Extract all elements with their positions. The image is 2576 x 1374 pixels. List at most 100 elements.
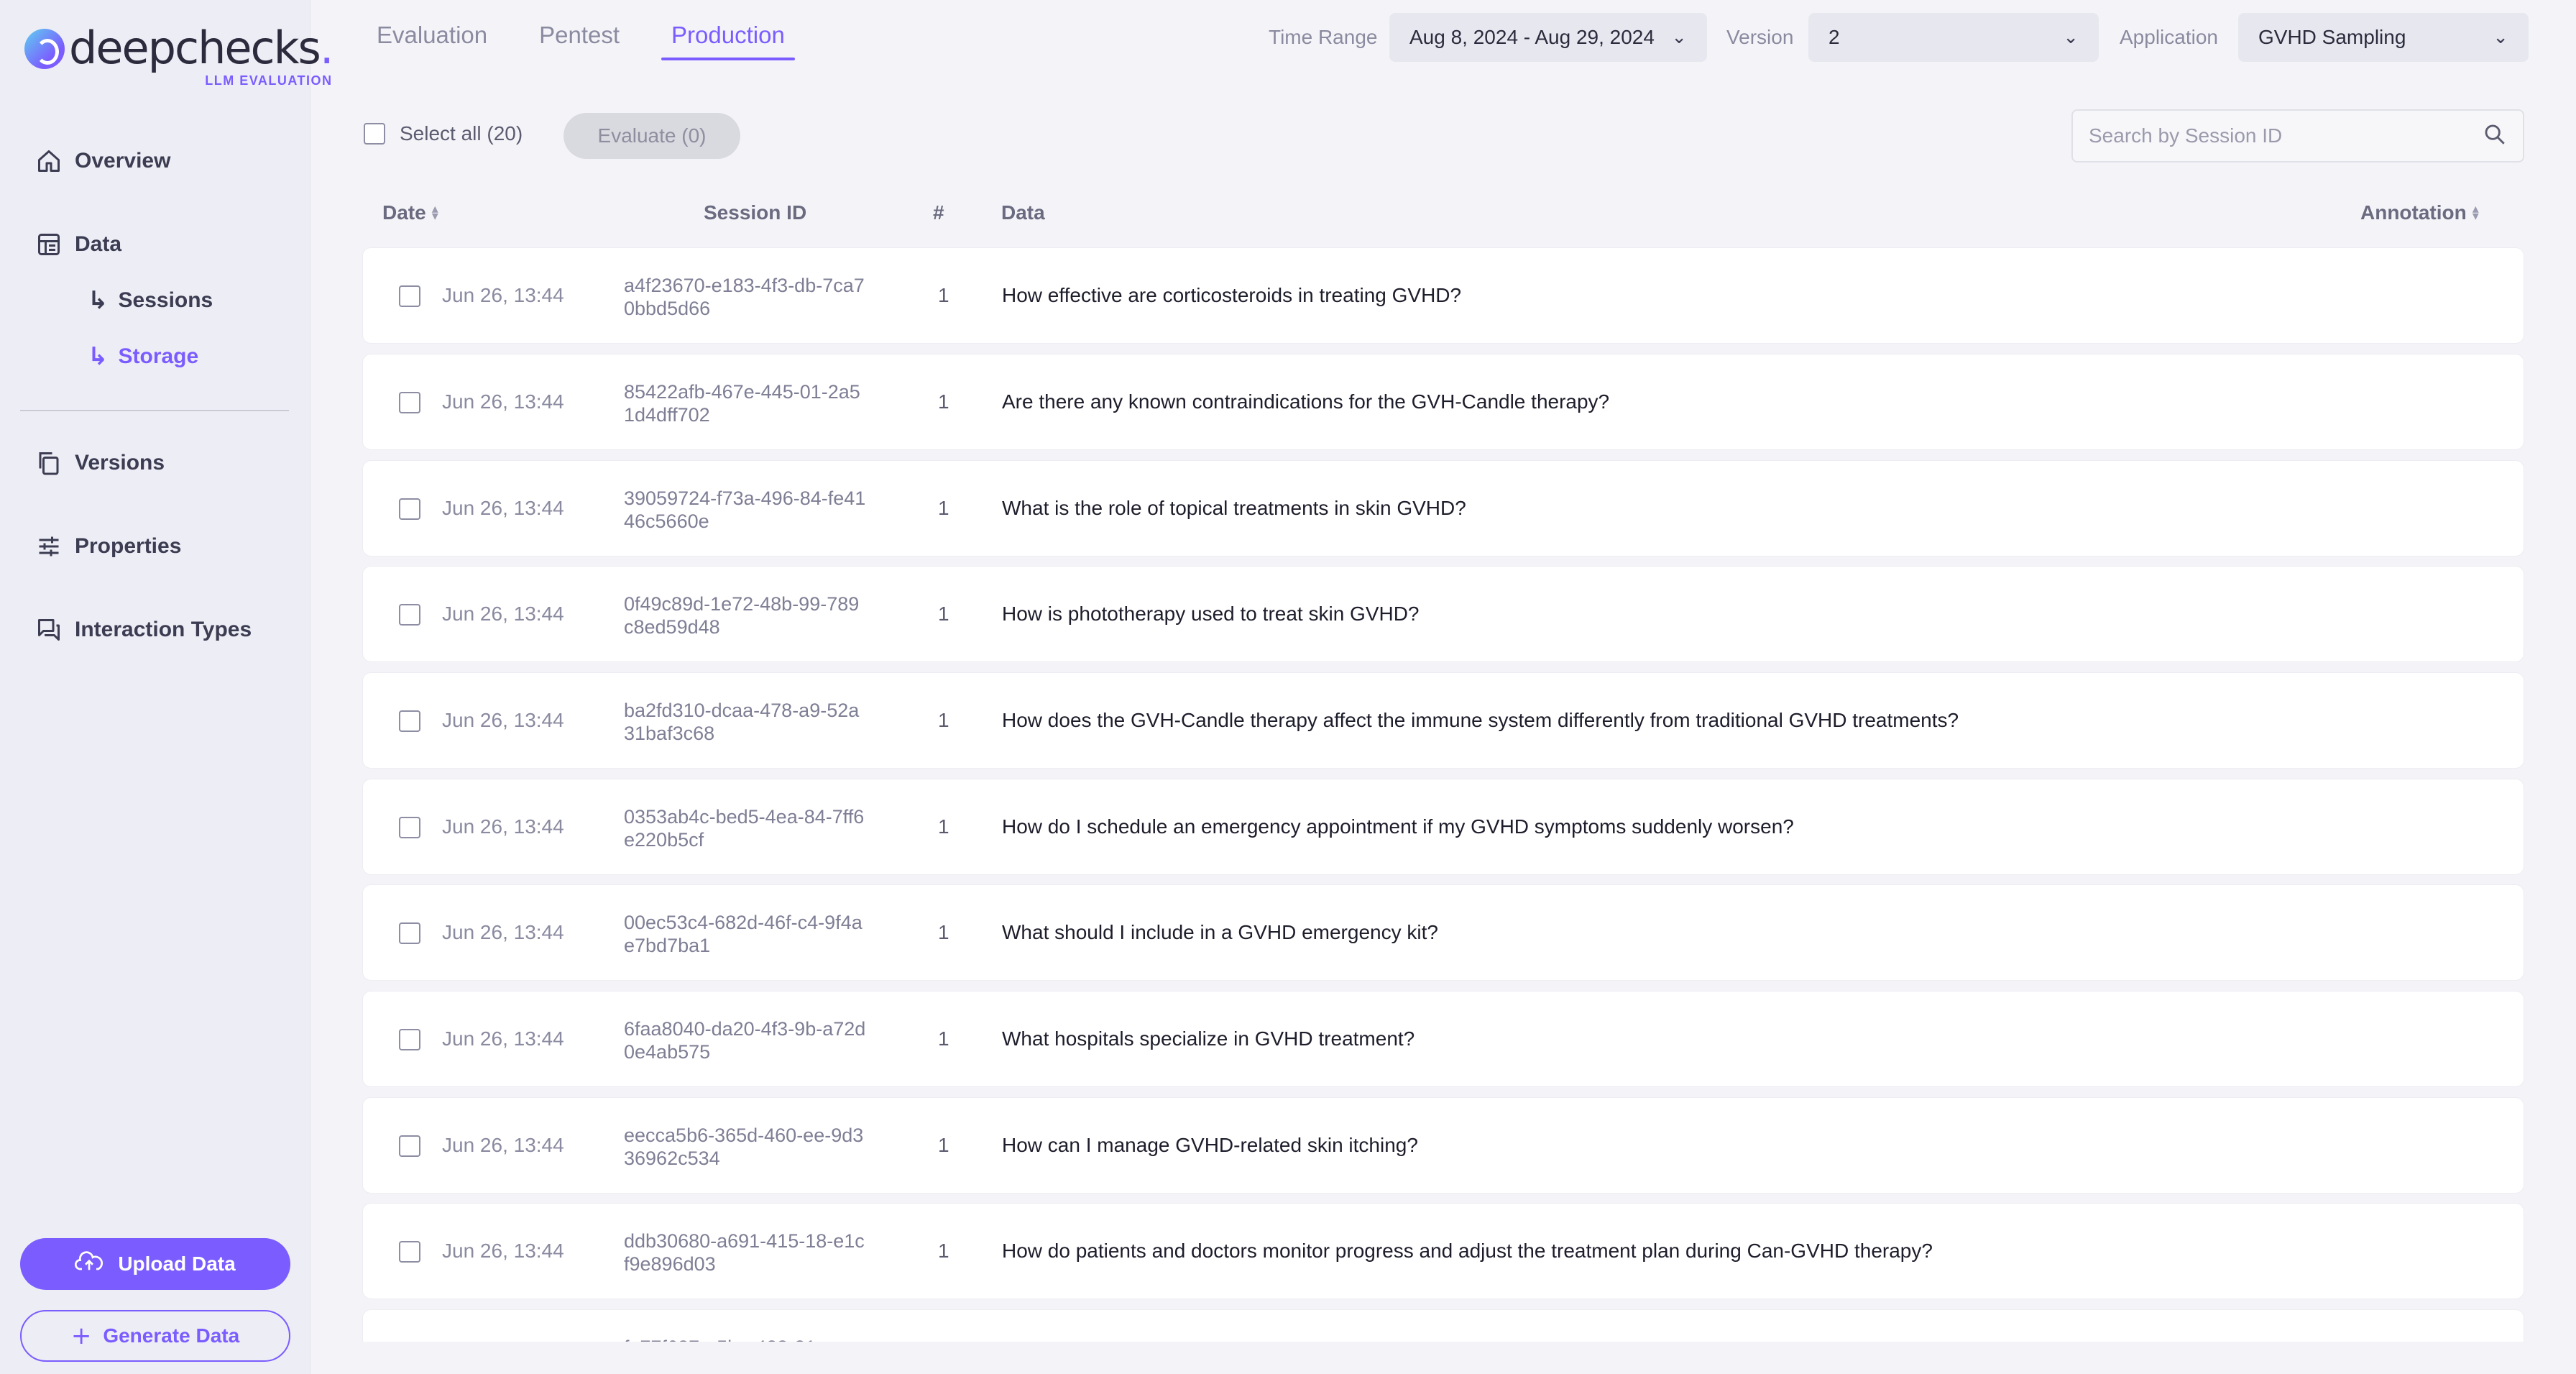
table-row[interactable]: Jun 26, 13:44 eecca5b6-365d-460-ee-9d336… <box>362 1097 2524 1194</box>
row-session-id: ba2fd310-dcaa-478-a9-52a31baf3c68 <box>624 700 860 744</box>
table-row[interactable]: Jun 26, 13:44 39059724-f73a-496-84-fe414… <box>362 460 2524 557</box>
row-checkbox[interactable] <box>399 922 420 944</box>
column-header-annotation[interactable]: Annotation ▴ ▾ <box>2360 201 2479 224</box>
table-row[interactable]: Jun 26, 13:44 0353ab4c-bed5-4ea-84-7ff6e… <box>362 779 2524 875</box>
row-data: How do patients and doctors monitor prog… <box>1002 1240 1933 1262</box>
row-session-id: 00ec53c4-682d-46f-c4-9f4ae7bd7ba1 <box>624 912 862 956</box>
version-value: 2 <box>1828 26 1840 48</box>
row-session-id: fe77f687-a5ba-428-21 <box>624 1336 868 1342</box>
row-date: Jun 26, 13:44 <box>442 921 564 943</box>
search-input[interactable] <box>2089 124 2462 147</box>
row-session-id: 0f49c89d-1e72-48b-99-789c8ed59d48 <box>624 593 860 638</box>
tab-production[interactable]: Production <box>661 0 795 60</box>
sidebar-item-overview[interactable]: Overview <box>34 147 170 175</box>
tab-evaluation[interactable]: Evaluation <box>367 0 497 60</box>
table-icon <box>34 230 63 259</box>
row-session-id: 85422afb-467e-445-01-2a51d4dff702 <box>624 381 860 426</box>
row-count: 1 <box>938 1134 949 1156</box>
row-session-id: ddb30680-a691-415-18-e1cf9e896d03 <box>624 1230 865 1275</box>
row-date: Jun 26, 13:44 <box>442 815 564 838</box>
sidebar-item-label: Storage <box>118 344 199 368</box>
version-select[interactable]: 2 ⌄ <box>1808 13 2099 62</box>
select-all-label: Select all (20) <box>400 122 523 145</box>
generate-data-label: Generate Data <box>103 1324 240 1347</box>
sidebar-item-interaction-types[interactable]: Interaction Types <box>34 615 252 644</box>
table-row[interactable]: Jun 26, 13:44 85422afb-467e-445-01-2a51d… <box>362 354 2524 450</box>
row-count: 1 <box>938 709 949 731</box>
table-row[interactable]: fe77f687-a5ba-428-21 <box>362 1309 2524 1342</box>
tab-pentest[interactable]: Pentest <box>529 0 630 60</box>
row-session-id: 0353ab4c-bed5-4ea-84-7ff6e220b5cf <box>624 806 865 851</box>
row-session-id: eecca5b6-365d-460-ee-9d336962c534 <box>624 1125 864 1169</box>
row-date: Jun 26, 13:44 <box>442 390 564 413</box>
sidebar-item-properties[interactable]: Properties <box>34 532 181 561</box>
row-count: 1 <box>938 603 949 625</box>
search-box[interactable] <box>2071 109 2524 162</box>
time-range-select[interactable]: Aug 8, 2024 - Aug 29, 2024 ⌄ <box>1389 13 1707 62</box>
column-header-data: Data <box>1001 201 1045 224</box>
sidebar-divider <box>20 410 289 411</box>
column-header-count: # <box>933 201 944 224</box>
row-count: 1 <box>938 921 949 943</box>
row-checkbox[interactable] <box>399 1135 420 1157</box>
deepchecks-logo-icon <box>24 29 65 69</box>
row-checkbox[interactable] <box>399 1029 420 1050</box>
row-session-id: 39059724-f73a-496-84-fe4146c5660e <box>624 487 866 532</box>
row-data: How is phototherapy used to treat skin G… <box>1002 603 1420 625</box>
row-date: Jun 26, 13:44 <box>442 284 564 306</box>
table-row[interactable]: Jun 26, 13:44 00ec53c4-682d-46f-c4-9f4ae… <box>362 884 2524 981</box>
column-header-date[interactable]: Date ▴ ▾ <box>382 201 438 224</box>
top-tabs: Evaluation Pentest Production <box>367 0 827 60</box>
row-session-id: a4f23670-e183-4f3-db-7ca70bbd5d66 <box>624 275 865 319</box>
row-checkbox[interactable] <box>399 392 420 413</box>
chevron-down-icon: ⌄ <box>2493 27 2508 48</box>
row-count: 1 <box>938 815 949 838</box>
row-count: 1 <box>938 497 949 519</box>
select-all[interactable]: Select all (20) <box>364 122 523 145</box>
subitem-arrow-icon: ↳ <box>88 342 109 371</box>
row-count: 1 <box>938 284 949 306</box>
generate-data-button[interactable]: + Generate Data <box>20 1310 290 1362</box>
row-data: How do I schedule an emergency appointme… <box>1002 815 1794 838</box>
table-row[interactable]: Jun 26, 13:44 ddb30680-a691-415-18-e1cf9… <box>362 1203 2524 1299</box>
table-row[interactable]: Jun 26, 13:44 0f49c89d-1e72-48b-99-789c8… <box>362 566 2524 662</box>
sidebar-item-versions[interactable]: Versions <box>34 449 165 477</box>
sidebar-item-label: Properties <box>75 534 182 558</box>
row-checkbox[interactable] <box>399 498 420 520</box>
sidebar-item-label: Versions <box>75 451 165 475</box>
brand-logo[interactable]: deepchecks. LLM EVALUATION <box>24 26 334 88</box>
time-range-value: Aug 8, 2024 - Aug 29, 2024 <box>1409 26 1655 48</box>
row-checkbox[interactable] <box>399 817 420 838</box>
row-count: 1 <box>938 1240 949 1262</box>
row-checkbox[interactable] <box>399 604 420 626</box>
table-row[interactable]: Jun 26, 13:44 6faa8040-da20-4f3-9b-a72d0… <box>362 991 2524 1087</box>
row-count: 1 <box>938 1027 949 1050</box>
row-data: What hospitals specialize in GVHD treatm… <box>1002 1027 1415 1050</box>
sidebar-item-data[interactable]: Data <box>34 230 121 259</box>
row-session-id: 6faa8040-da20-4f3-9b-a72d0e4ab575 <box>624 1018 866 1063</box>
row-checkbox[interactable] <box>399 710 420 732</box>
sliders-icon <box>34 532 63 561</box>
row-count: 1 <box>938 390 949 413</box>
upload-data-button[interactable]: Upload Data <box>20 1238 290 1290</box>
row-data: What should I include in a GVHD emergenc… <box>1002 921 1438 943</box>
brand-name: deepchecks <box>69 22 321 74</box>
application-select[interactable]: GVHD Sampling ⌄ <box>2238 13 2529 62</box>
row-checkbox[interactable] <box>399 285 420 307</box>
row-data: What is the role of topical treatments i… <box>1002 497 1466 519</box>
copy-icon <box>34 449 63 477</box>
table-row[interactable]: Jun 26, 13:44 ba2fd310-dcaa-478-a9-52a31… <box>362 672 2524 769</box>
select-all-checkbox[interactable] <box>364 123 385 145</box>
sidebar-item-label: Interaction Types <box>75 618 252 641</box>
brand-dot: . <box>319 22 334 74</box>
table-row[interactable]: Jun 26, 13:44 a4f23670-e183-4f3-db-7ca70… <box>362 247 2524 344</box>
sidebar-item-sessions[interactable]: ↳ Sessions <box>88 286 213 315</box>
row-checkbox[interactable] <box>399 1241 420 1263</box>
row-date: Jun 26, 13:44 <box>442 497 564 519</box>
cloud-upload-icon <box>75 1250 104 1278</box>
sidebar-item-storage[interactable]: ↳ Storage <box>88 342 198 371</box>
search-icon[interactable] <box>2483 122 2507 150</box>
row-data: How effective are corticosteroids in tre… <box>1002 284 1462 306</box>
sidebar-item-label: Overview <box>75 149 171 173</box>
evaluate-button[interactable]: Evaluate (0) <box>564 113 740 159</box>
